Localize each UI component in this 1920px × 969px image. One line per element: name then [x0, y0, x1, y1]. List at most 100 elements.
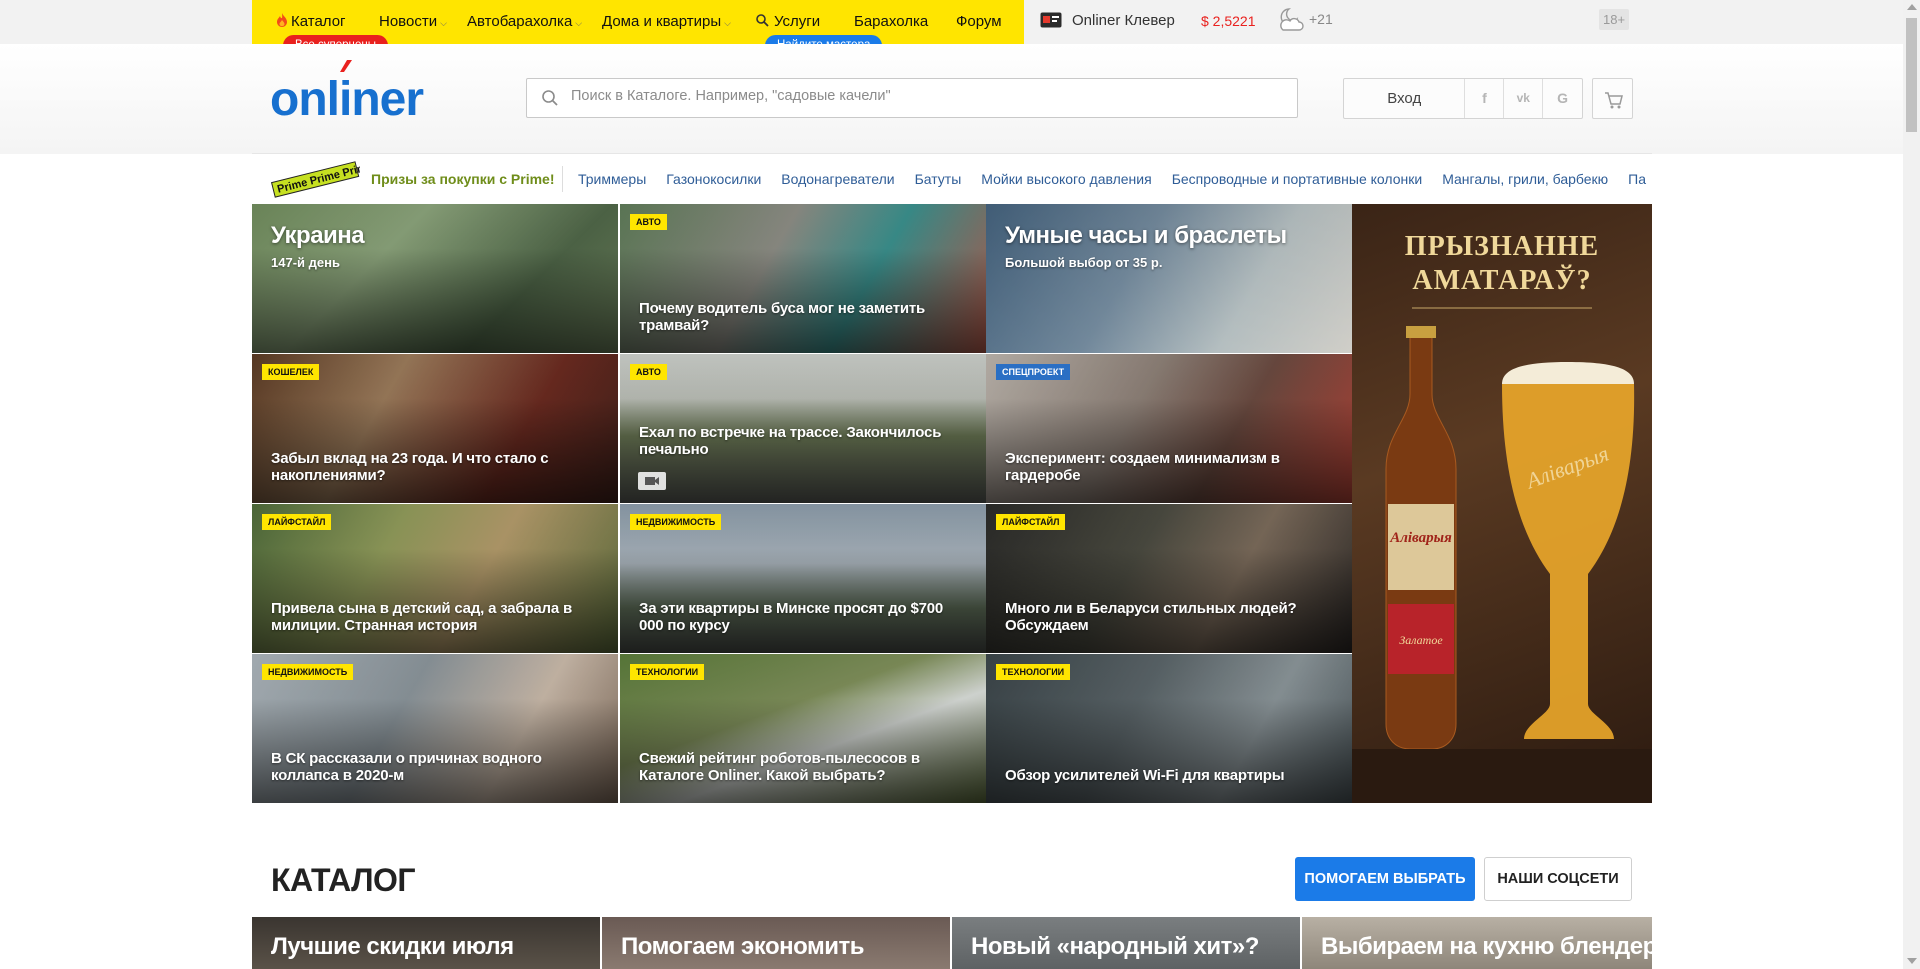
catalog-card-title: Лучшие скидки июля — [271, 933, 514, 960]
prime-logo-icon[interactable]: Prime Prime Prime — [270, 160, 360, 198]
prime-promo-link[interactable]: Призы за покупки с Prime! — [371, 171, 554, 187]
category-link[interactable]: Триммеры — [578, 171, 646, 187]
search-box[interactable] — [526, 78, 1298, 118]
category-badge: Лайфстайл — [996, 514, 1066, 530]
bottle-brand: Аліварыя — [1389, 530, 1452, 546]
age-badge: 18+ — [1599, 9, 1630, 30]
catalog-card-title: Помогаем экономить — [621, 933, 864, 960]
nav-services[interactable]: Услуги — [756, 13, 820, 30]
nav-catalog[interactable]: Каталог — [276, 13, 346, 30]
news-title: Эксперимент: создаем минимализм в гардер… — [1005, 450, 1280, 484]
news-tile[interactable]: Лайфстайл Привела сына в детский сад, а … — [252, 504, 618, 653]
help-choose-button[interactable]: ПОМОГАЕМ ВЫБРАТЬ — [1295, 857, 1475, 901]
category-link[interactable]: Мойки высокого давления — [981, 171, 1151, 187]
category-badge: Недвижимость — [630, 514, 722, 530]
scroll-up-arrow-icon[interactable] — [1907, 4, 1917, 10]
catalog-card[interactable]: Помогаем экономить — [602, 917, 950, 969]
category-badge: Спецпроект — [996, 364, 1071, 380]
google-icon[interactable]: G — [1543, 79, 1582, 118]
category-link[interactable]: Батуты — [915, 171, 962, 187]
category-badge: Лайфстайл — [262, 514, 332, 530]
clever-label: Onliner Клевер — [1072, 12, 1175, 29]
category-links: Триммеры Газонокосилки Водонагреватели Б… — [578, 171, 1646, 187]
login-button[interactable]: Вход — [1344, 79, 1466, 118]
beer-bottle-and-glass-image: Аліварыя Залатое Аліварыя — [1352, 307, 1652, 803]
category-badge: Технологии — [996, 664, 1071, 680]
currency-rate[interactable]: $ 2,5221 — [1201, 13, 1256, 29]
news-tile[interactable]: Кошелек Забыл вклад на 23 года. И что ст… — [252, 354, 618, 503]
news-title: Обзор усилителей Wi-Fi для квартиры — [1005, 767, 1285, 784]
catalog-heading: КАТАЛОГ — [271, 862, 416, 898]
onliner-logo[interactable]: onliner — [270, 72, 424, 127]
news-tile[interactable]: Спецпроект Эксперимент: создаем минимали… — [986, 354, 1352, 503]
category-badge: Авто — [630, 214, 667, 230]
nav-realty[interactable]: Дома и квартиры ⌵ — [602, 13, 731, 30]
auth-block: Вход f vk G — [1343, 78, 1583, 119]
category-badge: Авто — [630, 364, 667, 380]
news-title: За эти квартиры в Минске просят до $700 … — [639, 600, 944, 634]
moon-cloud-icon — [1280, 8, 1304, 31]
news-title: Украина — [271, 222, 365, 249]
catalog-card[interactable]: Новый «народный хит»? — [952, 917, 1300, 969]
category-badge: Кошелек — [262, 364, 320, 380]
news-tile[interactable]: Технологии Обзор усилителей Wi-Fi для кв… — [986, 654, 1352, 803]
our-socials-button[interactable]: НАШИ СОЦСЕТИ — [1484, 857, 1632, 901]
category-link[interactable]: Беспроводные и портативные колонки — [1172, 171, 1423, 187]
nav-auto-label: Автобарахолка — [467, 13, 573, 30]
category-link[interactable]: Водонагреватели — [781, 171, 894, 187]
advertisement-banner[interactable]: ПРЫЗНАННЕ АМАТАРАЎ? Аліварыя Залатое Алі… — [1352, 204, 1652, 803]
nav-auto[interactable]: Автобарахолка ⌵ — [467, 13, 582, 30]
bottle-label: Залатое — [1399, 633, 1443, 647]
weather-widget[interactable]: +21 — [1277, 6, 1333, 32]
chevron-down-icon: ⌵ — [440, 18, 447, 28]
scroll-down-arrow-icon[interactable] — [1907, 958, 1917, 964]
nav-baraholka-label: Барахолка — [854, 13, 929, 30]
category-link[interactable]: Па — [1628, 171, 1646, 187]
strip-divider — [562, 166, 563, 192]
catalog-card-title: Выбираем на кухню блендер — [1321, 933, 1652, 960]
news-subtitle: Большой выбор от 35 р. — [1005, 255, 1163, 270]
search-input[interactable] — [571, 88, 1271, 104]
category-badge: Технологии — [630, 664, 705, 680]
nav-realty-label: Дома и квартиры — [602, 13, 722, 30]
nav-baraholka[interactable]: Барахолка — [854, 13, 928, 30]
news-subtitle: 147-й день — [271, 255, 340, 270]
news-title: Почему водитель буса мог не заметить тра… — [639, 300, 926, 334]
fire-icon — [277, 13, 287, 27]
catalog-card-title: Новый «народный хит»? — [971, 933, 1259, 960]
cart-button[interactable] — [1592, 78, 1633, 119]
category-link[interactable]: Мангалы, грили, барбекю — [1442, 171, 1608, 187]
news-tile[interactable]: Авто Ехал по встречке на трассе. Закончи… — [620, 354, 986, 503]
search-icon — [756, 14, 769, 27]
nav-forum-label: Форум — [956, 13, 1002, 30]
news-tile[interactable]: Лайфстайл Много ли в Беларуси стильных л… — [986, 504, 1352, 653]
catalog-card[interactable]: Лучшие скидки июля — [252, 917, 600, 969]
news-tile[interactable]: Технологии Свежий рейтинг роботов-пылесо… — [620, 654, 986, 803]
clever-card-icon — [1040, 12, 1062, 28]
facebook-icon[interactable]: f — [1465, 79, 1505, 118]
news-tile[interactable]: Украина 147-й день — [252, 204, 618, 353]
scrollbar-thumb[interactable] — [1906, 18, 1917, 132]
nav-news[interactable]: Новости ⌵ — [379, 13, 447, 30]
news-title: Свежий рейтинг роботов-пылесосов в Катал… — [639, 750, 920, 784]
catalog-card[interactable]: Выбираем на кухню блендер — [1302, 917, 1652, 969]
nav-forum[interactable]: Форум — [956, 13, 1002, 30]
news-title: Умные часы и браслеты — [1005, 222, 1287, 249]
category-link[interactable]: Газонокосилки — [666, 171, 761, 187]
page-scrollbar[interactable] — [1903, 0, 1920, 969]
nav-news-label: Новости — [379, 13, 438, 30]
news-title: Много ли в Беларуси стильных людей? Обсу… — [1005, 600, 1297, 634]
news-tile[interactable]: Недвижимость В СК рассказали о причинах … — [252, 654, 618, 803]
video-camera-icon — [638, 472, 666, 490]
nav-catalog-label: Каталог — [291, 13, 346, 30]
vk-icon[interactable]: vk — [1504, 79, 1544, 118]
nav-services-label: Услуги — [774, 13, 821, 30]
news-tile[interactable]: Умные часы и браслеты Большой выбор от 3… — [986, 204, 1352, 353]
news-title: В СК рассказали о причинах водного колла… — [271, 750, 542, 784]
clever-link[interactable]: Onliner Клевер — [1040, 12, 1175, 29]
logo-accent-icon — [340, 60, 352, 72]
category-badge: Недвижимость — [262, 664, 354, 680]
news-tile[interactable]: Авто Почему водитель буса мог не заметит… — [620, 204, 986, 353]
news-tile[interactable]: Недвижимость За эти квартиры в Минске пр… — [620, 504, 986, 653]
news-title: Привела сына в детский сад, а забрала в … — [271, 600, 573, 634]
